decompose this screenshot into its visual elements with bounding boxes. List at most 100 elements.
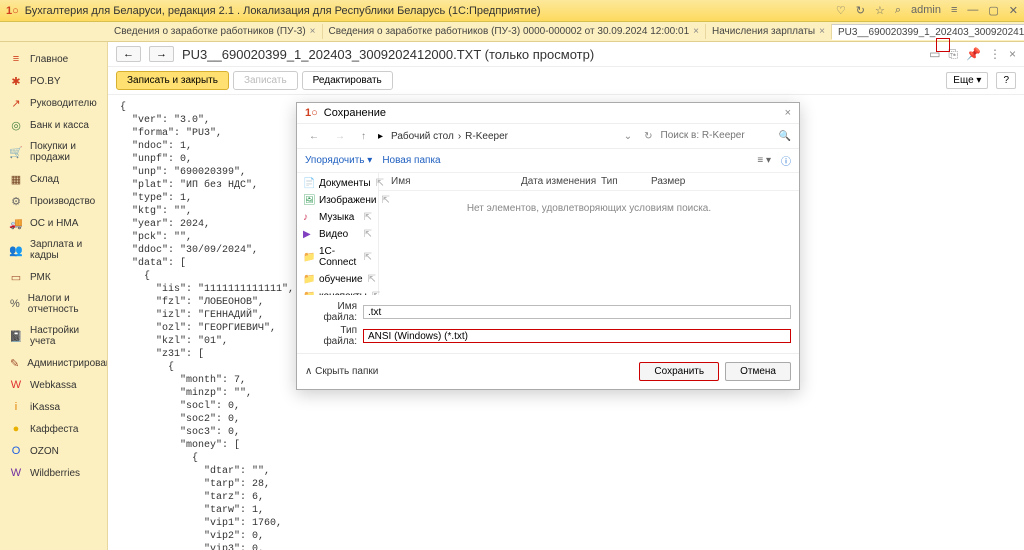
up-button[interactable]: ↑ bbox=[357, 131, 370, 142]
close-icon[interactable]: × bbox=[1009, 47, 1016, 62]
col-type[interactable]: Тип bbox=[601, 176, 651, 187]
col-date[interactable]: Дата изменения bbox=[521, 176, 601, 187]
titlebar: 1○ Бухгалтерия для Беларуси, редакция 2.… bbox=[0, 0, 1024, 22]
sidebar-item[interactable]: ✱PO.BY bbox=[0, 70, 107, 92]
organize-button[interactable]: Упорядочить ▾ bbox=[305, 155, 372, 166]
minimize-icon[interactable]: — bbox=[967, 4, 978, 17]
tab-txt-viewer[interactable]: PU3__690020399_1_202403_3009202412000.TX… bbox=[832, 24, 1024, 40]
filetype-label: Тип файла: bbox=[305, 325, 363, 347]
empty-message: Нет элементов, удовлетворяющих условиям … bbox=[379, 191, 799, 295]
sidebar-item[interactable]: 🛒Покупки и продажи bbox=[0, 136, 107, 168]
settings-icon[interactable]: ≡ bbox=[951, 4, 957, 17]
sidebar-label: Налоги и отчетность bbox=[28, 293, 97, 315]
new-folder-button[interactable]: Новая папка bbox=[382, 155, 440, 166]
folder-item[interactable]: ♪Музыка⇱ bbox=[297, 209, 378, 226]
sidebar-item[interactable]: ≡Главное bbox=[0, 48, 107, 70]
sidebar-item[interactable]: ⚙ Производство bbox=[0, 190, 107, 212]
refresh-icon[interactable]: ↻ bbox=[644, 131, 652, 142]
pin-icon[interactable]: 📌 bbox=[966, 47, 981, 62]
folder-item[interactable]: 🖼Изображени⇱ bbox=[297, 192, 378, 209]
close-icon[interactable]: × bbox=[693, 26, 699, 37]
user-label: admin bbox=[911, 4, 941, 17]
forward-button[interactable]: → bbox=[149, 46, 174, 62]
sidebar-item[interactable]: iiKassa bbox=[0, 396, 107, 418]
dialog-fields: Имя файла: Тип файла: ANSI (Windows) (*.… bbox=[297, 295, 799, 353]
sidebar-icon: % bbox=[10, 298, 20, 310]
list-header: Имя Дата изменения Тип Размер bbox=[379, 173, 799, 191]
star-icon[interactable]: ☆ bbox=[875, 4, 885, 17]
view-mode-icon[interactable]: ≡ ▾ bbox=[757, 155, 771, 166]
folder-icon: ♪ bbox=[303, 212, 314, 223]
folder-label: обучение bbox=[319, 274, 363, 285]
search-icon[interactable]: ⌕ bbox=[895, 4, 901, 17]
link-icon[interactable]: ⎘ bbox=[948, 47, 958, 62]
col-size[interactable]: Размер bbox=[651, 176, 711, 187]
folder-item[interactable]: 📁конспекты⇱ bbox=[297, 288, 378, 295]
view-icon[interactable]: ▭ bbox=[929, 47, 940, 62]
bell-icon[interactable]: ♡ bbox=[836, 4, 846, 17]
app-logo-icon: 1○ bbox=[305, 107, 318, 119]
edit-button[interactable]: Редактировать bbox=[302, 71, 393, 90]
sidebar-label: Производство bbox=[30, 196, 95, 207]
sidebar-label: Каффеста bbox=[30, 424, 78, 435]
sidebar-item[interactable]: WWildberries bbox=[0, 462, 107, 484]
cancel-button[interactable]: Отмена bbox=[725, 362, 791, 381]
sidebar-label: Webkassa bbox=[30, 380, 77, 391]
sidebar-icon: O bbox=[10, 445, 22, 457]
sidebar-item[interactable]: WWebkassa bbox=[0, 374, 107, 396]
history-icon[interactable]: ↻ bbox=[856, 4, 865, 17]
sidebar-item[interactable]: ▭РМК bbox=[0, 266, 107, 288]
folder-item[interactable]: 📄Документы⇱ bbox=[297, 175, 378, 192]
sidebar-item[interactable]: % Налоги и отчетность bbox=[0, 288, 107, 320]
back-button[interactable]: ← bbox=[116, 46, 141, 62]
help-icon[interactable]: ⓘ bbox=[781, 153, 791, 168]
sidebar-item[interactable]: ↗Руководителю bbox=[0, 92, 107, 114]
save-button[interactable]: Сохранить bbox=[639, 362, 719, 381]
menu-icon[interactable]: ⋮ bbox=[989, 47, 1001, 62]
maximize-icon[interactable]: ▢ bbox=[988, 4, 998, 17]
folder-item[interactable]: ▶Видео⇱ bbox=[297, 226, 378, 243]
folder-label: 1C-Connect bbox=[319, 246, 359, 268]
sidebar: ≡Главное✱PO.BY↗Руководителю◎Банк и касса… bbox=[0, 42, 108, 550]
hide-folders-button[interactable]: ∧ Скрыть папки bbox=[305, 366, 378, 377]
dialog-sidebar: 📄Документы⇱🖼Изображени⇱♪Музыка⇱▶Видео⇱📁1… bbox=[297, 173, 379, 295]
sidebar-item[interactable]: 📓Настройки учета bbox=[0, 320, 107, 352]
tab-salary[interactable]: Начисления зарплаты× bbox=[706, 24, 832, 39]
more-button[interactable]: Еще ▾ bbox=[946, 72, 988, 89]
col-name[interactable]: Имя bbox=[391, 176, 521, 187]
close-icon[interactable]: × bbox=[785, 107, 791, 119]
sidebar-item[interactable]: ● Каффеста bbox=[0, 418, 107, 440]
folder-label: Документы bbox=[319, 178, 371, 189]
sidebar-item[interactable]: ◎Банк и касса bbox=[0, 114, 107, 136]
help-button[interactable]: ? bbox=[996, 72, 1016, 89]
filetype-select[interactable]: ANSI (Windows) (*.txt) bbox=[363, 329, 791, 343]
folder-item[interactable]: 📁1C-Connect⇱ bbox=[297, 243, 378, 271]
breadcrumb[interactable]: Рабочий стол›R-Keeper bbox=[391, 131, 612, 142]
sidebar-label: OZON bbox=[30, 446, 59, 457]
search-input[interactable] bbox=[661, 130, 771, 142]
sidebar-label: Покупки и продажи bbox=[30, 141, 97, 163]
save-button: Записать bbox=[233, 71, 298, 90]
save-close-button[interactable]: Записать и закрыть bbox=[116, 71, 229, 90]
sidebar-label: Руководителю bbox=[30, 98, 97, 109]
tab-pu3-doc[interactable]: Сведения о заработке работников (ПУ-3) 0… bbox=[323, 24, 706, 39]
close-icon[interactable]: ✕ bbox=[1009, 4, 1018, 17]
sidebar-item[interactable]: ✎Администрирование bbox=[0, 352, 107, 374]
dialog-toolbar: Упорядочить ▾ Новая папка ≡ ▾ ⓘ bbox=[297, 149, 799, 173]
back-button[interactable]: ← bbox=[305, 131, 323, 142]
sidebar-item[interactable]: 🚚ОС и НМА bbox=[0, 212, 107, 234]
filename-input[interactable] bbox=[363, 305, 791, 319]
folder-item[interactable]: 📁обучение⇱ bbox=[297, 271, 378, 288]
close-icon[interactable]: × bbox=[310, 26, 316, 37]
sidebar-item[interactable]: ▦Склад bbox=[0, 168, 107, 190]
tab-pu3-list[interactable]: Сведения о заработке работников (ПУ-3)× bbox=[108, 24, 323, 39]
folder-icon: ▶ bbox=[303, 229, 314, 240]
search-icon[interactable]: 🔍 bbox=[779, 131, 791, 142]
sidebar-label: Зарплата и кадры bbox=[30, 239, 97, 261]
sidebar-item[interactable]: 👥Зарплата и кадры bbox=[0, 234, 107, 266]
close-icon[interactable]: × bbox=[819, 26, 825, 37]
sidebar-item[interactable]: O OZON bbox=[0, 440, 107, 462]
sidebar-icon: ⚙ bbox=[10, 195, 22, 207]
sidebar-icon: ● bbox=[10, 423, 22, 435]
chevron-down-icon[interactable]: ⌄ bbox=[620, 131, 636, 142]
